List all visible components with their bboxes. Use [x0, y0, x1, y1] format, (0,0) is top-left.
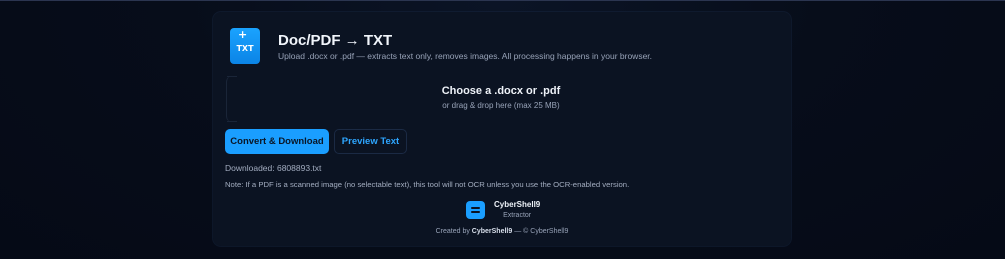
equals-logo-icon [466, 201, 485, 219]
footer-credit: Created by CyberShell9 — © CyberShell9 [213, 227, 791, 236]
convert-download-button[interactable]: Convert & Download [225, 129, 329, 154]
dropzone-hint: or drag & drop here (max 25 MB) [442, 101, 560, 110]
brand-block: CyberShell9 Extractor [466, 200, 540, 220]
header: + TXT Doc/PDF → TXT Upload .docx or .pdf… [230, 28, 652, 64]
plus-glyph: + [238, 28, 248, 41]
credit-suffix: — © CyberShell9 [512, 228, 569, 235]
header-text: Doc/PDF → TXT Upload .docx or .pdf — ext… [278, 33, 652, 62]
converter-card: + TXT Doc/PDF → TXT Upload .docx or .pdf… [213, 12, 791, 246]
brand-name: CyberShell9 [494, 200, 541, 209]
page-subtitle: Upload .docx or .pdf — extracts text onl… [278, 51, 653, 61]
file-extension-label: TXT [236, 44, 254, 53]
download-status: Downloaded: 6808893.txt [225, 163, 322, 173]
preview-text-button[interactable]: Preview Text [334, 129, 407, 154]
brand-subtitle: Extractor [503, 212, 532, 219]
file-dropzone[interactable]: Choose a .docx or .pdf or drag & drop he… [226, 76, 775, 122]
dropzone-corner-top [227, 76, 237, 77]
ocr-note: Note: If a PDF is a scanned image (no se… [225, 180, 630, 189]
file-txt-icon: + TXT [230, 28, 260, 64]
credit-prefix: Created by [435, 228, 472, 235]
brand-text: CyberShell9 Extractor [494, 200, 540, 220]
credit-author: CyberShell9 [471, 228, 513, 235]
dropzone-corner-bottom [227, 121, 237, 122]
top-divider [0, 0, 1005, 1]
choose-file-label[interactable]: Choose a .docx or .pdf [227, 85, 775, 98]
page-title: Doc/PDF → TXT [278, 32, 393, 49]
